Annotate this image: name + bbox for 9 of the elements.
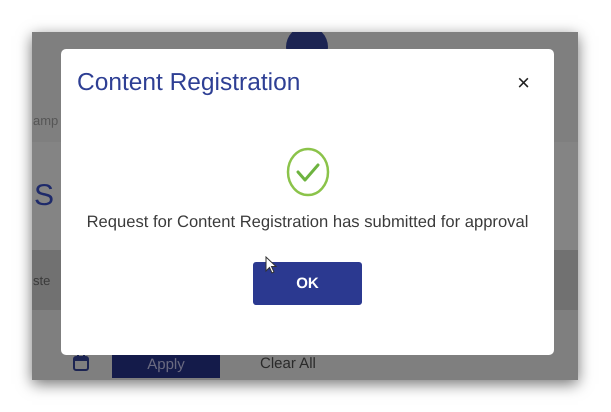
page-heading: S	[34, 179, 54, 213]
close-button[interactable]: ×	[513, 70, 534, 96]
calendar-icon[interactable]	[72, 354, 90, 372]
success-check-icon	[286, 147, 330, 197]
dialog-title: Content Registration	[77, 69, 300, 97]
confirmation-message: Request for Content Registration has submitted for approval	[86, 212, 528, 232]
clear-all-link[interactable]: Clear All	[260, 355, 316, 372]
cursor-icon	[265, 256, 277, 274]
ok-button[interactable]: OK	[253, 262, 362, 305]
